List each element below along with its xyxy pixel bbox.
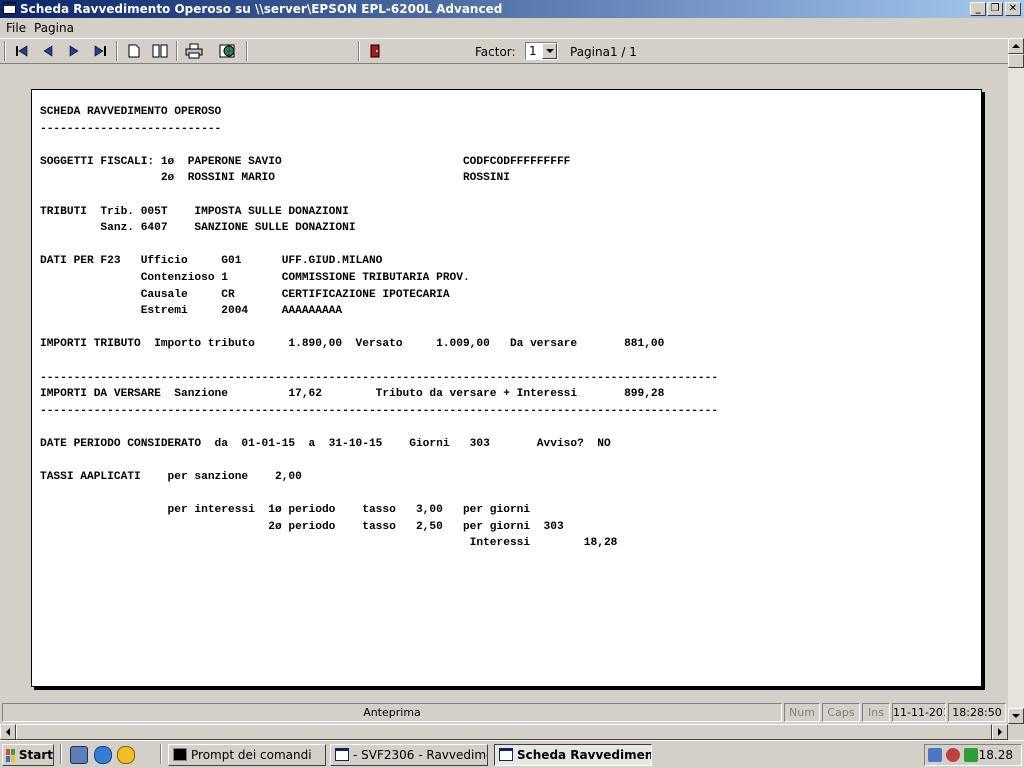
- report-line: [40, 187, 718, 204]
- report-line: SCHEDA RAVVEDIMENTO OPEROSO: [40, 106, 222, 118]
- report-line: TASSI AAPLICATI per sanzione 2,00: [40, 471, 302, 484]
- report-line: Estremi 2004 AAAAAAAAA: [40, 305, 343, 318]
- report-line: DATI PER F23 Ufficio G01 UFF.GIUD.MILANO: [40, 255, 383, 268]
- report-line: ----------------------------------------…: [40, 371, 719, 384]
- preview-area[interactable]: SCHEDA RAVVEDIMENTO OPEROSO -------------…: [0, 64, 1008, 700]
- task-label: Prompt dei comandi: [191, 748, 312, 762]
- status-caps: Caps: [822, 703, 860, 722]
- vertical-scrollbar[interactable]: [1008, 38, 1024, 724]
- media-player-icon[interactable]: [117, 746, 135, 764]
- toolbar-separator: [176, 41, 178, 61]
- report-line: Interessi 18,28: [40, 537, 618, 550]
- report-line: [40, 419, 718, 436]
- report-line: [40, 486, 718, 503]
- status-time: 18:28:50: [948, 703, 1006, 722]
- report-line: [40, 137, 718, 154]
- report-line: 2ø periodo tasso 2,50 per giorni 303: [40, 520, 564, 533]
- report-line: [40, 353, 718, 370]
- restore-button[interactable]: ❐: [987, 2, 1003, 16]
- menu-pagina[interactable]: Pagina: [34, 21, 74, 35]
- taskbar-clock: 18.28: [978, 748, 1013, 762]
- taskbar-separator: [60, 744, 62, 764]
- exit-door-icon[interactable]: [365, 42, 385, 60]
- report-line: DATE PERIODO CONSIDERATO da 01-01-15 a 3…: [40, 437, 611, 450]
- scroll-corner: [1008, 724, 1024, 740]
- chevron-down-icon[interactable]: [542, 43, 557, 59]
- report-line: [40, 320, 718, 337]
- toolbar-separator: [116, 41, 118, 61]
- horizontal-scrollbar[interactable]: [0, 724, 1008, 740]
- taskbar-separator: [160, 744, 162, 764]
- vertical-scroll-thumb[interactable]: [1008, 54, 1024, 68]
- report-line: 2ø ROSSINI MARIO ROSSINI: [40, 172, 510, 185]
- status-date: 11-11-2015: [892, 703, 946, 722]
- command-prompt-icon: [173, 748, 187, 761]
- last-page-icon[interactable]: [90, 42, 110, 60]
- show-desktop-icon[interactable]: [70, 746, 88, 764]
- report-line: IMPORTI DA VERSARE Sanzione 17,62 Tribut…: [40, 388, 665, 401]
- scroll-down-button[interactable]: [1008, 708, 1024, 724]
- report-text: SCHEDA RAVVEDIMENTO OPEROSO -------------…: [40, 104, 718, 552]
- start-button[interactable]: Start: [2, 744, 54, 766]
- task-svf2306[interactable]: - SVF2306 - Ravvedimen...: [330, 744, 488, 766]
- report-line: ----------------------------------------…: [40, 404, 719, 417]
- task-label: Scheda Ravvediment...: [517, 748, 652, 762]
- report-line: [40, 237, 718, 254]
- report-line: [40, 452, 718, 469]
- report-line: per interessi 1ø periodo tasso 3,00 per …: [40, 504, 531, 517]
- menu-bar: File Pagina: [0, 18, 1024, 38]
- menu-file[interactable]: File: [6, 21, 26, 35]
- two-pages-icon[interactable]: [150, 42, 170, 60]
- scroll-up-button[interactable]: [1008, 38, 1024, 54]
- report-line: Sanz. 6407 SANZIONE SULLE DONAZIONI: [40, 222, 356, 235]
- single-page-icon[interactable]: [124, 42, 144, 60]
- window-app-icon: [3, 2, 16, 14]
- minimize-button[interactable]: _: [970, 2, 986, 16]
- update-icon[interactable]: [964, 748, 978, 762]
- report-line: Causale CR CERTIFICAZIONE IPOTECARIA: [40, 288, 450, 301]
- export-globe-icon[interactable]: [218, 42, 238, 60]
- scroll-right-button[interactable]: [992, 724, 1008, 740]
- security-icon[interactable]: [946, 748, 960, 762]
- toolbar-separator: [246, 41, 248, 61]
- windows-logo-icon: [6, 748, 15, 762]
- toolbar-separator: [358, 41, 360, 61]
- task-prompt[interactable]: Prompt dei comandi: [168, 744, 326, 766]
- factor-dropdown[interactable]: 1: [525, 42, 558, 60]
- next-page-icon[interactable]: [64, 42, 84, 60]
- status-ins: Ins: [862, 703, 890, 722]
- status-mode: Anteprima: [2, 703, 782, 722]
- network-icon[interactable]: [928, 748, 942, 762]
- close-button[interactable]: ✕: [1005, 2, 1021, 16]
- report-line: Contenzioso 1 COMMISSIONE TRIBUTARIA PRO…: [40, 271, 470, 284]
- internet-explorer-icon[interactable]: [94, 746, 112, 764]
- report-line: IMPORTI TRIBUTO Importo tributo 1.890,00…: [40, 338, 665, 351]
- toolbar-grip: [4, 41, 6, 61]
- status-num: Num: [784, 703, 820, 722]
- print-icon[interactable]: [184, 42, 204, 60]
- report-line: SOGGETTI FISCALI: 1ø PAPERONE SAVIO CODF…: [40, 155, 571, 168]
- factor-label: Factor:: [475, 45, 516, 59]
- horizontal-scroll-thumb[interactable]: [16, 724, 992, 740]
- system-tray: 18.28: [924, 744, 1022, 766]
- status-bar: Anteprima Num Caps Ins 11-11-2015 18:28:…: [0, 700, 1008, 724]
- first-page-icon[interactable]: [12, 42, 32, 60]
- scroll-left-button[interactable]: [0, 724, 16, 740]
- factor-value: 1: [529, 44, 537, 58]
- report-line: ---------------------------: [40, 122, 222, 135]
- task-label: - SVF2306 - Ravvedimen...: [353, 748, 487, 762]
- task-scheda[interactable]: Scheda Ravvediment...: [494, 744, 652, 766]
- window-icon: [499, 748, 513, 761]
- window-icon: [335, 748, 349, 761]
- window-title: Scheda Ravvedimento Operoso su \\server\…: [20, 2, 503, 16]
- report-line: TRIBUTI Trib. 005T IMPOSTA SULLE DONAZIO…: [40, 205, 349, 218]
- toolbar: Factor: 1 Pagina1 / 1: [0, 38, 1008, 64]
- report-page: SCHEDA RAVVEDIMENTO OPEROSO -------------…: [31, 89, 982, 687]
- previous-page-icon[interactable]: [38, 42, 58, 60]
- start-label: Start: [18, 748, 53, 762]
- page-indicator: Pagina1 / 1: [570, 45, 637, 59]
- title-bar[interactable]: Scheda Ravvedimento Operoso su \\server\…: [0, 0, 1024, 18]
- taskbar: Start Prompt dei comandi - SVF2306 - Rav…: [0, 740, 1024, 768]
